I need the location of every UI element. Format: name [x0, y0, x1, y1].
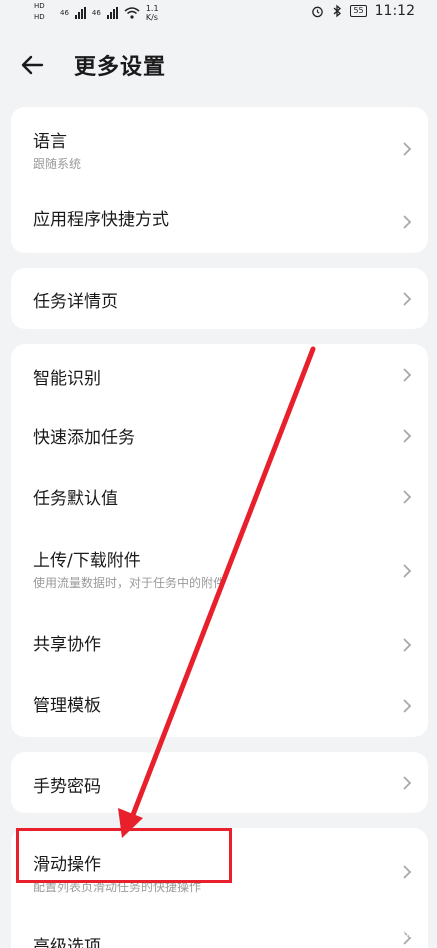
sim-indicators: HD HD	[34, 2, 54, 24]
chevron-right-icon	[403, 367, 412, 382]
status-left: HD HD 46 46 1.1 K/s	[34, 2, 159, 24]
setting-row-language[interactable]: 语言 跟随系统	[11, 107, 428, 191]
arrow-left-icon	[21, 55, 44, 75]
header: 更多设置	[0, 36, 437, 92]
signal-icon-2	[106, 7, 118, 19]
wifi-icon	[124, 7, 140, 19]
settings-card-1: 语言 跟随系统 应用程序快捷方式	[11, 107, 428, 253]
settings-card-2: 任务详情页	[11, 268, 428, 329]
chevron-right-icon	[403, 563, 412, 578]
row-title: 高级选项	[33, 937, 101, 948]
row-title: 管理模板	[33, 696, 101, 716]
sim-hd-top: HD	[34, 2, 45, 10]
setting-row-attachments[interactable]: 上传/下载附件 使用流量数据时，对于任务中的附件	[11, 527, 428, 614]
setting-row-gesture-password[interactable]: 手势密码	[11, 752, 428, 813]
row-title: 任务详情页	[33, 292, 118, 312]
setting-row-collaboration[interactable]: 共享协作	[11, 614, 428, 675]
setting-row-quick-add-task[interactable]: 快速添加任务	[11, 405, 428, 466]
row-title: 语言	[33, 132, 67, 152]
settings-card-4: 手势密码	[11, 752, 428, 813]
setting-row-app-shortcuts[interactable]: 应用程序快捷方式	[11, 191, 428, 253]
row-title: 智能识别	[33, 369, 101, 389]
chevron-right-icon	[403, 428, 412, 443]
status-bar: HD HD 46 46 1.1 K/s 55 11:12	[0, 0, 437, 26]
watermark-text: Baidu经验	[349, 913, 417, 929]
chevron-right-icon	[403, 699, 412, 713]
chevron-right-icon	[403, 637, 412, 652]
chevron-right-icon	[403, 865, 412, 879]
chevron-right-icon	[403, 489, 412, 504]
row-title: 手势密码	[33, 777, 101, 797]
sim-hd-bottom: HD	[34, 13, 45, 21]
row-title: 上传/下载附件	[33, 551, 141, 571]
page-title: 更多设置	[74, 55, 167, 80]
setting-row-smart-recognition[interactable]: 智能识别	[11, 344, 428, 405]
row-subtitle: 使用流量数据时，对于任务中的附件	[33, 576, 226, 590]
settings-card-3: 智能识别 快速添加任务 任务默认值 上传/下载附件 使用流量数据时，对于任务中的…	[11, 344, 428, 737]
status-time: 11:12	[374, 3, 415, 19]
chevron-right-icon	[403, 142, 412, 156]
back-button[interactable]	[16, 48, 50, 82]
row-title: 共享协作	[33, 635, 101, 655]
annotation-highlight-box	[16, 828, 232, 883]
net-type-label: 46	[60, 9, 69, 17]
net-speed: 1.1 K/s	[146, 4, 159, 22]
alarm-icon	[312, 6, 324, 17]
chevron-right-icon	[403, 215, 412, 229]
watermark-sub: jingyan.baidu.com	[333, 930, 417, 940]
row-title: 快速添加任务	[33, 428, 135, 448]
row-subtitle: 跟随系统	[33, 157, 82, 171]
bluetooth-icon	[334, 4, 342, 18]
signal-icon	[74, 7, 86, 19]
row-title: 任务默认值	[33, 489, 118, 509]
net-type-label-2: 46	[91, 9, 101, 17]
battery-indicator: 55	[350, 5, 367, 17]
chevron-right-icon	[403, 775, 412, 790]
status-right: 55 11:12	[311, 3, 415, 19]
setting-row-task-detail[interactable]: 任务详情页	[11, 268, 428, 329]
setting-row-task-defaults[interactable]: 任务默认值	[11, 466, 428, 527]
net-speed-unit: K/s	[145, 13, 158, 22]
chevron-right-icon	[403, 291, 412, 306]
row-title: 应用程序快捷方式	[33, 210, 169, 230]
net-speed-value: 1.1	[145, 4, 159, 13]
watermark: Baidu经验 jingyan.baidu.com	[334, 910, 417, 940]
setting-row-templates[interactable]: 管理模板	[11, 675, 428, 737]
